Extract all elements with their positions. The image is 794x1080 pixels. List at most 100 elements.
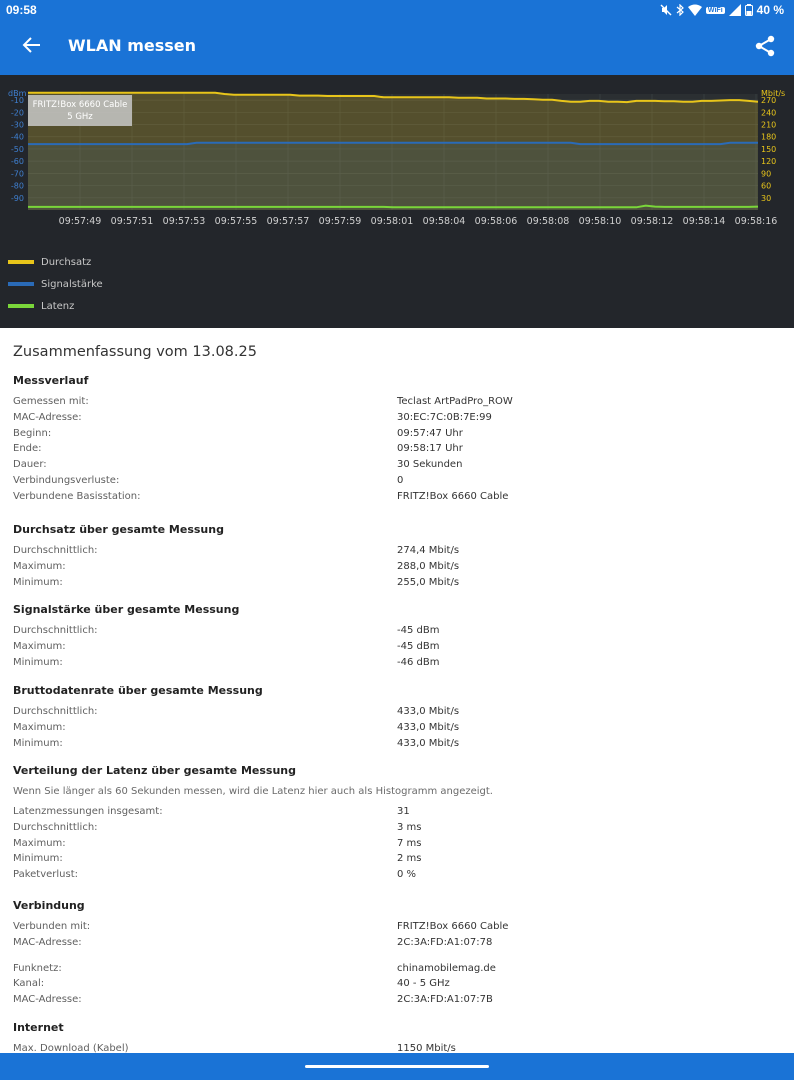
share-icon[interactable] <box>754 35 776 57</box>
row-value: 255,0 Mbit/s <box>397 576 460 588</box>
status-bar: 09:58 WiFi 40 % <box>0 0 794 20</box>
status-icons: WiFi 40 % <box>660 3 784 17</box>
left-tick-label: -60 <box>11 157 24 166</box>
row-value: Teclast ArtPadPro_ROW <box>397 396 513 407</box>
row-label: Latenzmessungen insgesamt: <box>13 806 163 817</box>
row-label: Durchschnittlich: <box>13 545 98 556</box>
x-tick-label: 09:57:51 <box>111 216 154 227</box>
legend-item: Latenz <box>8 295 103 317</box>
row-label: MAC-Adresse: <box>13 411 82 423</box>
battery-level: 40 % <box>756 3 784 17</box>
row-label: Kanal: <box>13 978 45 990</box>
back-arrow-icon[interactable] <box>20 33 44 57</box>
row-label: Minimum: <box>13 853 63 865</box>
section-note: Wenn Sie länger als 60 Sekunden messen, … <box>13 786 493 797</box>
row-value: -46 dBm <box>397 656 440 668</box>
summary-row: Minimum: 433,0 Mbit/s <box>13 738 783 754</box>
row-label: Max. Download (Kabel) <box>13 1043 129 1053</box>
right-tick-label: 270 <box>761 96 776 105</box>
row-value: FRITZ!Box 6660 Cable <box>397 921 509 932</box>
wlan-measurement-chart[interactable]: 09:57:49 09:57:51 09:57:53 09:57:55 09:57:57… <box>0 75 794 245</box>
status-time: 09:58 <box>6 3 37 17</box>
annotation-line2: 5 GHz <box>67 112 93 122</box>
summary-row: Minimum: 255,0 Mbit/s <box>13 577 783 593</box>
row-label: Funknetz: <box>13 962 62 974</box>
row-value: 30:EC:7C:0B:7E:99 <box>397 411 492 423</box>
x-tick-label: 09:58:04 <box>423 216 466 227</box>
summary-row: MAC-Adresse: 30:EC:7C:0B:7E:99 <box>13 412 783 428</box>
row-value: 2C:3A:FD:A1:07:7B <box>397 994 493 1006</box>
right-tick-label: 180 <box>761 133 776 142</box>
row-value: 09:58:17 Uhr <box>397 443 463 455</box>
row-value: 2C:3A:FD:A1:07:78 <box>397 936 493 948</box>
section-title: Bruttodatenrate über gesamte Messung <box>13 684 263 697</box>
row-value: 433,0 Mbit/s <box>397 721 460 733</box>
right-tick-label: 210 <box>761 121 776 130</box>
row-value: 433,0 Mbit/s <box>397 737 460 749</box>
summary-section: Signalstärke über gesamte Messung Durchsc… <box>13 603 783 672</box>
wifi-icon <box>687 4 702 16</box>
summary-section: Durchsatz über gesamte Messung Durchschni… <box>13 523 783 592</box>
row-value: 0 <box>397 474 404 486</box>
x-tick-label: 09:57:55 <box>215 216 258 227</box>
section-title: Signalstärke über gesamte Messung <box>13 603 240 616</box>
row-label: Gemessen mit: <box>13 396 89 407</box>
summary-row: Maximum: 288,0 Mbit/s <box>13 561 783 577</box>
summary-content[interactable]: Zusammenfassung vom 13.08.25 Messverlauf… <box>0 328 794 1053</box>
app-bar: WLAN messen <box>0 20 794 75</box>
row-value: chinamobilemag.de <box>397 962 496 974</box>
right-tick-label: 150 <box>761 145 776 154</box>
row-value: 30 Sekunden <box>397 459 463 471</box>
summary-row: Verbunden mit: FRITZ!Box 6660 Cable <box>13 921 783 937</box>
x-tick-label: 09:58:08 <box>527 216 570 227</box>
row-label: Dauer: <box>13 459 47 471</box>
summary-row: Max. Download (Kabel) 1150 Mbit/s <box>13 1043 783 1053</box>
row-value: FRITZ!Box 6660 Cable <box>397 490 509 502</box>
summary-section: Internet Max. Download (Kabel) 1150 Mbit/s <box>13 1021 783 1053</box>
mute-icon <box>660 4 672 16</box>
row-value: 3 ms <box>397 821 422 833</box>
legend-swatch <box>8 304 34 308</box>
row-value: 31 <box>397 806 410 817</box>
summary-row: Funknetz: chinamobilemag.de <box>13 963 783 979</box>
row-label: Minimum: <box>13 656 63 668</box>
summary-row: Maximum: -45 dBm <box>13 641 783 657</box>
summary-row: Durchschnittlich: 3 ms <box>13 822 783 838</box>
home-gesture-handle[interactable] <box>305 1065 489 1068</box>
row-value: 7 ms <box>397 837 422 849</box>
summary-row: Beginn: 09:57:47 Uhr <box>13 428 783 444</box>
signal-icon <box>728 4 741 16</box>
row-label: Durchschnittlich: <box>13 821 98 833</box>
row-label: Ende: <box>13 443 42 455</box>
summary-row: Dauer: 30 Sekunden <box>13 459 783 475</box>
summary-row: Verbundene Basisstation: FRITZ!Box 6660 C… <box>13 491 783 507</box>
row-label: Minimum: <box>13 576 63 588</box>
legend-label: Durchsatz <box>41 256 92 268</box>
summary-row: Durchschnittlich: -45 dBm <box>13 625 783 641</box>
row-label: Verbindungsverluste: <box>13 474 120 486</box>
summary-title: Zusammenfassung vom 13.08.25 <box>13 344 257 360</box>
x-tick-label: 09:58:10 <box>579 216 622 227</box>
summary-section: Verteilung der Latenz über gesamte Messu… <box>13 764 783 885</box>
summary-section: Bruttodatenrate über gesamte Messung Durc… <box>13 684 783 753</box>
left-tick-label: -90 <box>11 194 24 203</box>
left-tick-label: -30 <box>11 121 24 130</box>
row-value: -45 dBm <box>397 640 440 652</box>
row-value: -45 dBm <box>397 625 440 636</box>
legend-swatch <box>8 260 34 264</box>
x-tick-label: 09:57:53 <box>163 216 206 227</box>
battery-icon <box>744 4 753 16</box>
section-title: Internet <box>13 1021 64 1034</box>
legend-item: Durchsatz <box>8 251 103 273</box>
summary-row: Maximum: 433,0 Mbit/s <box>13 722 783 738</box>
row-label: Verbunden mit: <box>13 921 91 932</box>
left-tick-label: -20 <box>11 108 24 117</box>
right-tick-label: 30 <box>761 194 771 203</box>
legend-item: Signalstärke <box>8 273 103 295</box>
navigation-bar <box>0 1053 794 1080</box>
x-tick-label: 09:57:57 <box>267 216 310 227</box>
page-title: WLAN messen <box>68 36 196 55</box>
left-tick-label: -10 <box>11 96 24 105</box>
summary-row: Durchschnittlich: 274,4 Mbit/s <box>13 545 783 561</box>
row-label: Beginn: <box>13 427 52 439</box>
